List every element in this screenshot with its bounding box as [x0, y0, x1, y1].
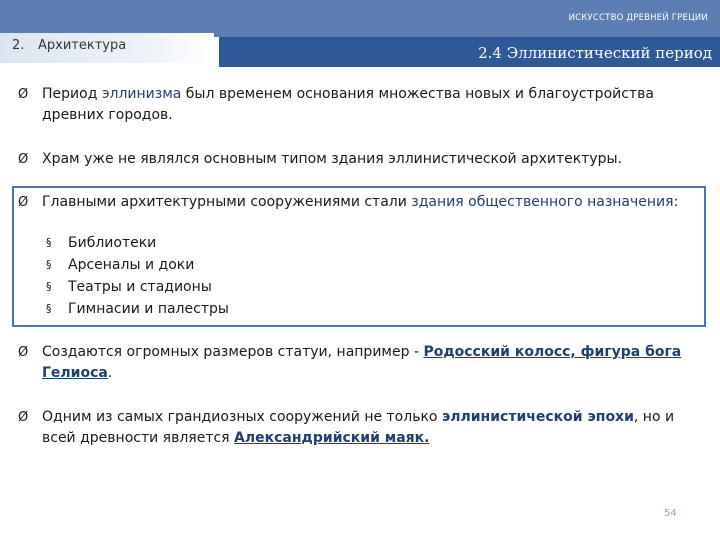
arrow-bullet-icon: Ø	[18, 345, 29, 360]
arrow-bullet-icon: Ø	[18, 152, 29, 167]
bullet-text: Создаются огромных размеров статуи, напр…	[42, 342, 697, 384]
list-item-label: Гимнасии и палестры	[68, 301, 229, 317]
text-part: .	[107, 365, 113, 381]
slide-subtitle: 2.4 Эллинистический период	[478, 44, 712, 62]
term-highlight: здания общественного назначения	[411, 194, 674, 210]
text-part: Главными архитектурными сооружениями ста…	[42, 194, 412, 210]
bullet-text: Период эллинизма был временем основания …	[42, 84, 697, 126]
presentation-title: ИСКУССТВО ДРЕВНЕЙ ГРЕЦИИ	[568, 13, 708, 23]
bullet-1: Ø Период эллинизма был временем основани…	[18, 84, 698, 126]
bullet-3: Ø Главными архитектурными сооружениями с…	[18, 192, 698, 213]
bullet-4: Ø Создаются огромных размеров статуи, на…	[18, 342, 698, 384]
list-item-label: Библиотеки	[68, 235, 157, 251]
square-bullet-icon: §	[46, 258, 52, 271]
arrow-bullet-icon: Ø	[18, 195, 29, 210]
top-bar: ИСКУССТВО ДРЕВНЕЙ ГРЕЦИИ	[0, 0, 720, 37]
arrow-bullet-icon: Ø	[18, 87, 29, 102]
list-item-label: Арсеналы и доки	[68, 257, 195, 273]
text-part: Одним из самых грандиозных сооружений не…	[42, 409, 442, 425]
bullet-5: Ø Одним из самых грандиозных сооружений …	[18, 407, 698, 449]
list-item-label: Театры и стадионы	[68, 279, 212, 295]
bullet-2: Ø Храм уже не являлся основным типом зда…	[18, 149, 698, 170]
page-number: 54	[664, 508, 677, 519]
square-bullet-icon: §	[46, 280, 52, 293]
square-bullet-icon: §	[46, 236, 52, 249]
bullet-text: Храм уже не являлся основным типом здани…	[42, 151, 623, 167]
section-number: 2.	[12, 38, 25, 53]
lighthouse-link[interactable]: Александрийский маяк.	[234, 430, 429, 446]
text-part: :	[673, 194, 679, 210]
text-part: Период	[42, 86, 102, 102]
text-part: Создаются огромных размеров статуи, напр…	[42, 344, 424, 360]
square-bullet-icon: §	[46, 302, 52, 315]
term-highlight: эллинизма	[101, 86, 182, 102]
section-label: Архитектура	[38, 38, 127, 53]
term-highlight: эллинистической эпохи	[441, 409, 634, 425]
bullet-text: Главными архитектурными сооружениями ста…	[42, 192, 697, 213]
arrow-bullet-icon: Ø	[18, 410, 29, 425]
bullet-text: Одним из самых грандиозных сооружений не…	[42, 407, 697, 449]
